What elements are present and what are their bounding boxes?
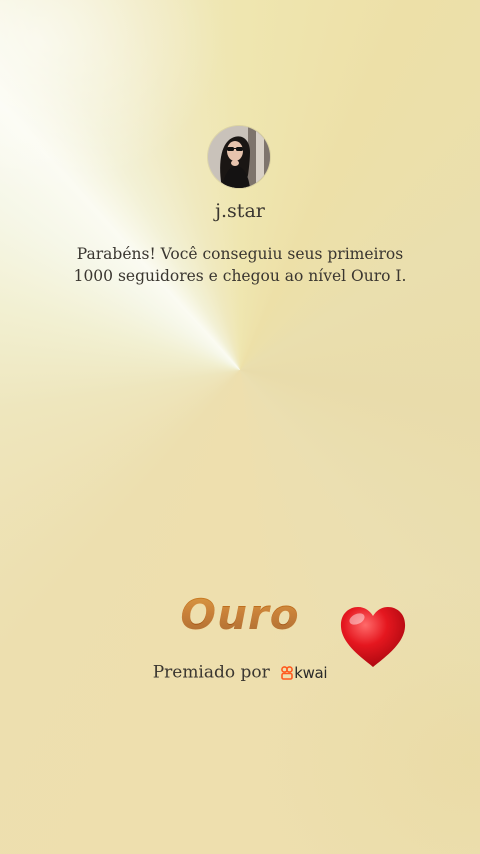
achievement-message: Parabéns! Você conseguiu seus primeiros … [73, 245, 407, 285]
username: j.star [215, 200, 265, 222]
level-title: Ouro [178, 590, 302, 639]
heart-icon[interactable] [338, 604, 408, 670]
kwai-logo [281, 663, 294, 683]
awarded-by: Premiado por kwai [0, 662, 480, 683]
kwai-brand-text: kwai [294, 663, 328, 682]
awarded-by-label: Premiado por [152, 662, 270, 683]
avatar[interactable] [208, 126, 270, 188]
